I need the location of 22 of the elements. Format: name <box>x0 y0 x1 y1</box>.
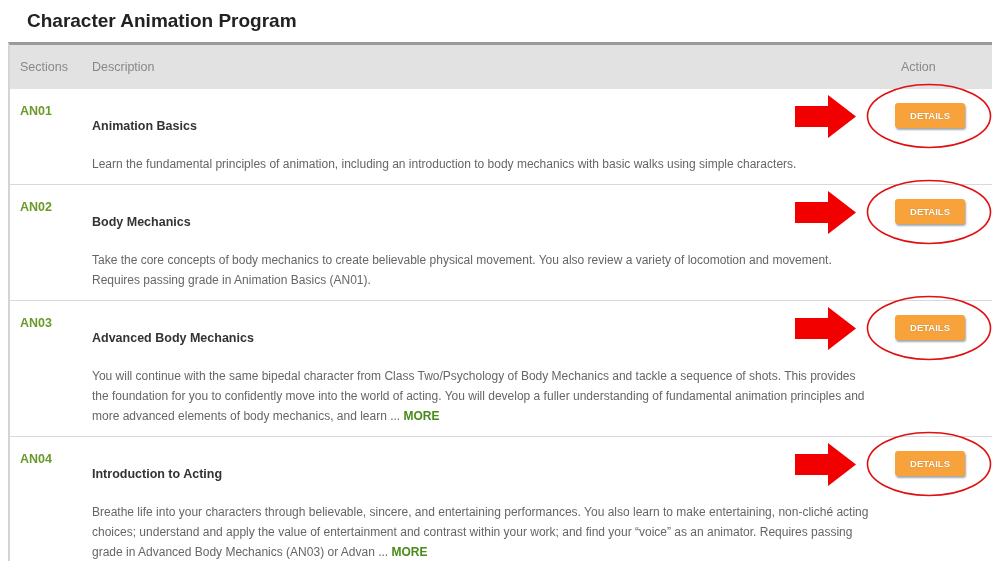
column-header: Sections <box>19 60 69 74</box>
course-description: Learn the fundamental principles of animation, including an introduction to body mechanics with basic walks using simple characters. <box>92 156 798 173</box>
page-title: Character Animation Program <box>26 9 298 33</box>
course-title: Body Mechanics <box>92 214 192 230</box>
section-code: AN03 <box>19 315 52 331</box>
course-title: Animation Basics <box>92 118 198 134</box>
details-button[interactable]: DETAILS <box>895 451 965 476</box>
course-description: Take the core concepts of body mechanics to create believable physical movement. You also review a variety of locomotion and movement. Requires passing grade in Animation Basics (AN01). <box>92 252 833 289</box>
course-title: Advanced Body Mechanics <box>92 330 255 346</box>
column-header: Description <box>92 60 156 74</box>
course-title: Introduction to Acting <box>92 466 224 482</box>
course-description: Breathe life into your characters through believable, sincere, and entertaining performances. You also learn to make entertaining, non-cliché acting choices; understand and apply the value of entertainment and contrast within your work; and find your “voice” as an animator. Requires passing grade in Advanced Body Mechanics (AN03) or Advan ... MORE <box>92 504 870 561</box>
section-code: AN02 <box>19 199 52 215</box>
section-code: AN01 <box>19 103 52 119</box>
course-description: You will continue with the same bipedal character from Class Two/Psychology of Body Mechanics and tackle a sequence of shots. This provides the foundation for you to confidently move into the world of acting. You will develop a fuller understanding of fundamental animation principles and more advanced elements of body mechanics, and learn ... MORE <box>92 368 866 425</box>
section-code: AN04 <box>19 451 52 467</box>
details-button[interactable]: DETAILS <box>895 199 965 224</box>
more-link[interactable]: MORE <box>403 409 440 423</box>
details-button[interactable]: DETAILS <box>895 103 965 128</box>
details-button[interactable]: DETAILS <box>895 315 965 340</box>
more-link[interactable]: MORE <box>391 545 428 559</box>
column-header: Action <box>900 60 937 74</box>
